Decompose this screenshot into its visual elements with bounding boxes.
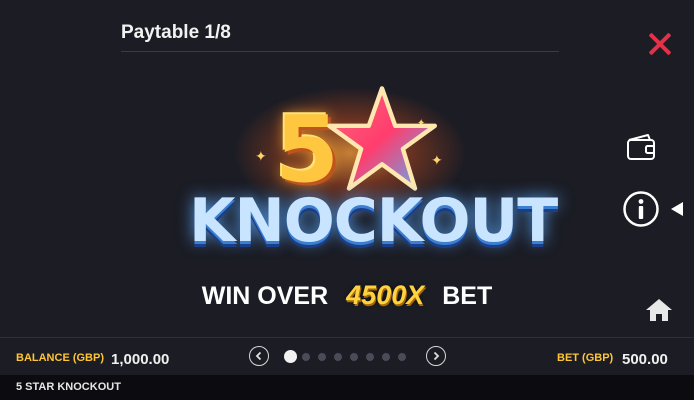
page-dot[interactable] (382, 353, 390, 361)
footer-bar: 5 STAR KNOCKOUT (0, 375, 694, 400)
page-dot[interactable] (302, 353, 310, 361)
close-icon[interactable] (646, 30, 674, 58)
page-dot[interactable] (350, 353, 358, 361)
win-multiplier: 4500X (346, 280, 425, 310)
win-prefix: WIN OVER (201, 282, 329, 310)
page-dot[interactable] (334, 353, 342, 361)
header-divider (121, 51, 559, 52)
game-logo: ✦ ✦ ✦ 5 KNOCKOUT (185, 78, 558, 268)
page-navigation (245, 345, 450, 369)
info-icon[interactable] (622, 190, 660, 228)
star-icon (327, 86, 437, 191)
win-suffix: BET (442, 282, 493, 310)
bet-label: BET (GBP) (557, 352, 614, 364)
wallet-icon[interactable] (626, 133, 656, 161)
balance-label: BALANCE (GBP) (16, 352, 104, 364)
page-dot[interactable] (284, 350, 297, 363)
page-dot[interactable] (398, 353, 406, 361)
home-icon[interactable] (645, 298, 673, 322)
page-title: Paytable 1/8 (121, 22, 231, 43)
game-name: 5 STAR KNOCKOUT (16, 381, 121, 393)
page-dot[interactable] (366, 353, 374, 361)
chevron-left-icon[interactable] (249, 346, 269, 366)
logo-knockout: KNOCKOUT (189, 186, 558, 256)
logo-spark: ✦ (255, 148, 267, 164)
balance-value: 1,000.00 (111, 351, 170, 368)
bottom-bar: BALANCE (GBP) 1,000.00 BET (GBP) 500.00 (0, 337, 694, 375)
chevron-right-icon[interactable] (426, 346, 446, 366)
selected-pointer-icon (671, 202, 683, 216)
win-line: WIN OVER 4500X BET (0, 280, 694, 311)
page-dot[interactable] (318, 353, 326, 361)
bet-value: 500.00 (622, 351, 668, 368)
